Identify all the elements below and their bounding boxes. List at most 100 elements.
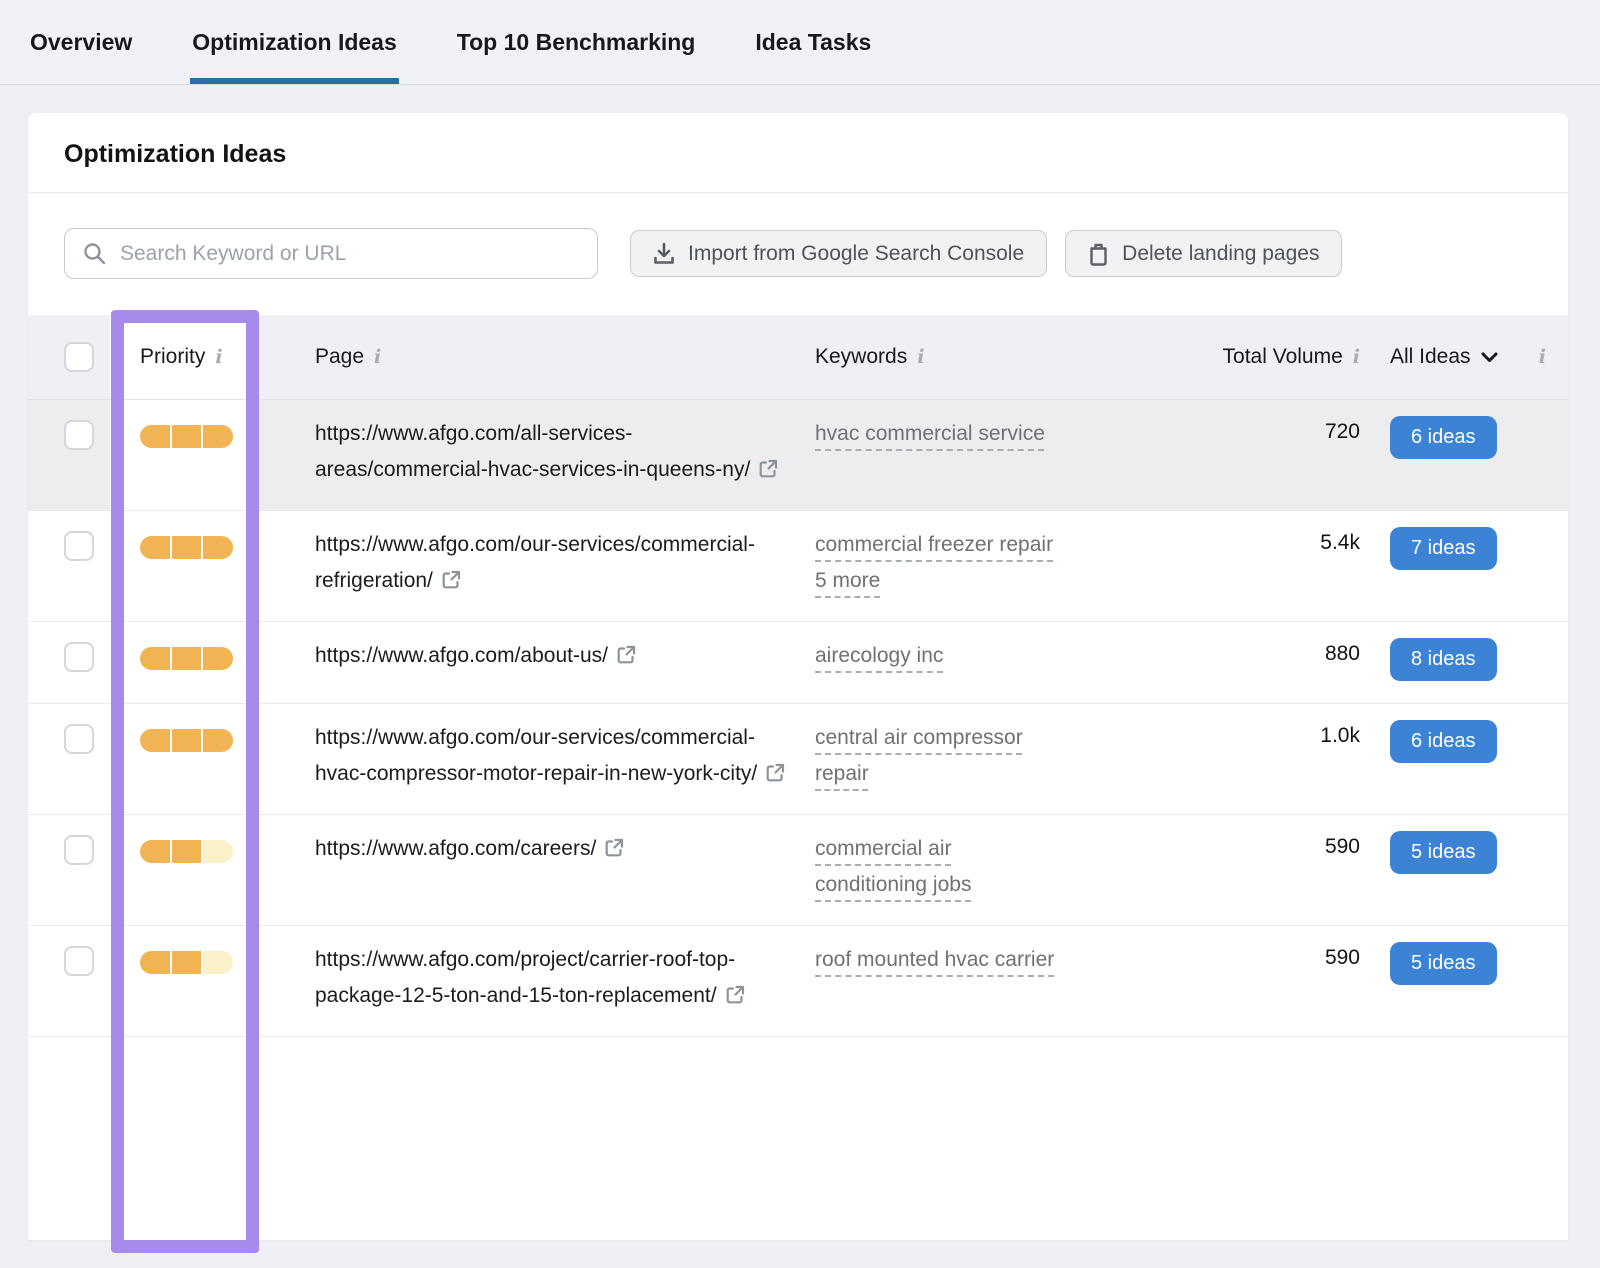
external-link-icon[interactable] [604,837,625,858]
keywords-column-header[interactable]: Keywords i [790,345,1160,369]
keywords-cell: hvac commercial service [790,400,1160,474]
priority-indicator [140,729,233,752]
header-checkbox-cell [28,342,110,372]
priority-segment [172,647,202,670]
keywords-cell: roof mounted hvac carrier [790,926,1160,1000]
priority-segment [203,536,233,559]
total-volume-info-icon[interactable]: i [1353,348,1360,367]
priority-cell [110,622,258,703]
ideas-cell: 5 ideas [1360,926,1568,1007]
page-url-link[interactable]: https://www.afgo.com/all-services-areas/… [315,422,750,481]
keyword-link[interactable]: central air compressor repair [815,720,1063,792]
top-tab-bar: Overview Optimization Ideas Top 10 Benchma… [0,0,1600,85]
priority-column-header[interactable]: Priority i [110,315,258,399]
priority-header-label: Priority [140,345,205,369]
keyword-link[interactable]: hvac commercial service [815,416,1063,452]
tab-optimization-ideas[interactable]: Optimization Ideas [192,0,396,84]
search-input[interactable] [120,242,579,266]
page-url-link[interactable]: https://www.afgo.com/project/carrier-roo… [315,948,735,1007]
more-keywords-link[interactable]: 5 more [815,563,880,599]
ideas-cell: 5 ideas [1360,815,1568,896]
row-checkbox[interactable] [64,531,94,561]
table-row: https://www.afgo.com/all-services-areas/… [28,400,1568,511]
row-checkbox[interactable] [64,642,94,672]
table-row: https://www.afgo.com/our-services/commer… [28,511,1568,622]
search-box[interactable] [64,228,598,279]
search-icon [83,242,106,265]
keywords-info-icon[interactable]: i [917,348,924,367]
table-row: https://www.afgo.com/our-services/commer… [28,704,1568,815]
row-checkbox-cell [28,400,110,477]
page-url-link[interactable]: https://www.afgo.com/careers/ [315,837,596,860]
page-cell: https://www.afgo.com/careers/ [258,815,790,889]
page-info-icon[interactable]: i [374,348,381,367]
table-header: Priority i Page i Keywords i Total Volum… [28,315,1568,400]
table-row: https://www.afgo.com/careers/ commercial… [28,815,1568,926]
page-cell: https://www.afgo.com/our-services/commer… [258,704,790,814]
priority-segment [203,729,233,752]
import-gsc-label: Import from Google Search Console [688,242,1024,266]
ideas-filter-header: All Ideas i [1360,345,1568,369]
external-link-icon[interactable] [725,984,746,1005]
ideas-button[interactable]: 6 ideas [1390,416,1497,459]
keyword-link[interactable]: roof mounted hvac carrier [815,942,1063,978]
keyword-link[interactable]: commercial freezer repair [815,527,1063,563]
tab-top-10-benchmarking[interactable]: Top 10 Benchmarking [457,0,696,84]
ideas-filter-label[interactable]: All Ideas [1390,345,1471,369]
page-column-header[interactable]: Page i [258,345,790,369]
select-all-checkbox[interactable] [64,342,94,372]
external-link-icon[interactable] [765,762,786,783]
chevron-down-icon[interactable] [1481,352,1498,363]
delete-landing-pages-button[interactable]: Delete landing pages [1065,230,1342,277]
row-checkbox-cell [28,511,110,588]
priority-segment [140,840,170,863]
external-link-icon[interactable] [758,458,779,479]
page-url-link[interactable]: https://www.afgo.com/our-services/commer… [315,726,757,785]
priority-info-icon[interactable]: i [215,348,222,367]
total-volume-column-header[interactable]: Total Volume i [1160,345,1360,369]
priority-segment [140,951,170,974]
ideas-button[interactable]: 6 ideas [1390,720,1497,763]
ideas-info-icon[interactable]: i [1539,348,1546,367]
tab-idea-tasks[interactable]: Idea Tasks [755,0,871,84]
keywords-cell: commercial air conditioning jobs [790,815,1160,925]
priority-segment [172,536,202,559]
keywords-cell: central air compressor repair [790,704,1160,814]
ideas-button[interactable]: 5 ideas [1390,831,1497,874]
row-checkbox-cell [28,815,110,892]
toolbar: Import from Google Search Console Delete… [28,193,1568,315]
total-volume-value: 590 [1160,815,1360,881]
table-row: https://www.afgo.com/about-us/ airecolog… [28,622,1568,704]
priority-indicator [140,951,233,974]
priority-cell [110,511,258,621]
page-url-link[interactable]: https://www.afgo.com/our-services/commer… [315,533,755,592]
ideas-button[interactable]: 8 ideas [1390,638,1497,681]
external-link-icon[interactable] [616,644,637,665]
priority-segment [203,951,233,974]
ideas-cell: 6 ideas [1360,400,1568,481]
page-cell: https://www.afgo.com/our-services/commer… [258,511,790,621]
row-checkbox[interactable] [64,724,94,754]
row-checkbox[interactable] [64,835,94,865]
total-volume-value: 880 [1160,622,1360,688]
import-gsc-button[interactable]: Import from Google Search Console [630,230,1047,277]
keywords-cell: commercial freezer repair5 more [790,511,1160,621]
priority-indicator [140,840,233,863]
keyword-link[interactable]: commercial air conditioning jobs [815,831,1063,903]
row-checkbox[interactable] [64,420,94,450]
ideas-cell: 6 ideas [1360,704,1568,785]
external-link-icon[interactable] [441,569,462,590]
priority-indicator [140,647,233,670]
keywords-header-label: Keywords [815,345,907,369]
total-volume-header-label: Total Volume [1223,345,1343,369]
total-volume-value: 720 [1160,400,1360,466]
page-url-link[interactable]: https://www.afgo.com/about-us/ [315,644,608,667]
ideas-button[interactable]: 7 ideas [1390,527,1497,570]
page-title: Optimization Ideas [64,140,1532,169]
table-row: https://www.afgo.com/project/carrier-roo… [28,926,1568,1037]
keyword-link[interactable]: airecology inc [815,638,1063,674]
tab-overview[interactable]: Overview [30,0,132,84]
ideas-button[interactable]: 5 ideas [1390,942,1497,985]
table-body: https://www.afgo.com/all-services-areas/… [28,400,1568,1037]
row-checkbox[interactable] [64,946,94,976]
